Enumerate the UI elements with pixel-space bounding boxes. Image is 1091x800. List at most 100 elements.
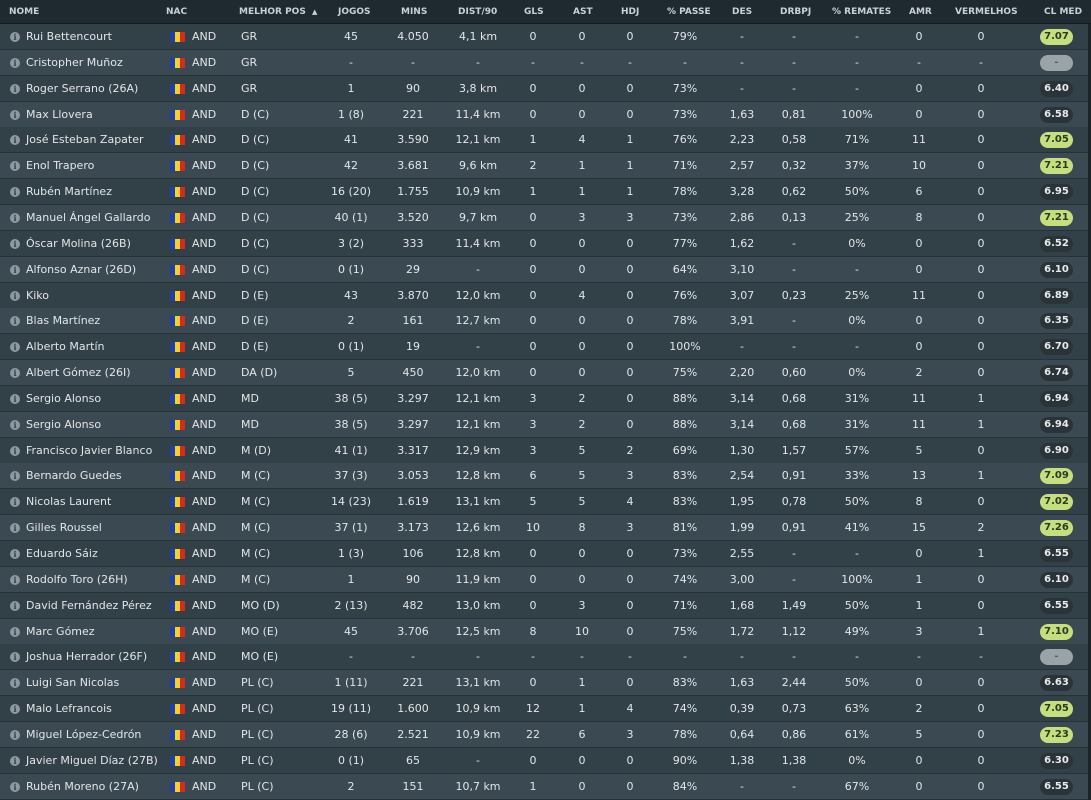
info-icon[interactable]: i <box>10 212 20 223</box>
player-name[interactable]: Marc Gómez <box>26 619 95 645</box>
table-row[interactable]: i Sergio Alonso AND MD 38 (5) 3.297 12,1 km 3 2 0… <box>0 411 1091 438</box>
player-name[interactable]: Rubén Moreno (27A) <box>26 774 139 800</box>
col-header-apps[interactable]: JOGOS <box>338 0 371 24</box>
player-name[interactable]: Nicolas Laurent <box>26 489 111 515</box>
table-row[interactable]: i Roger Serrano (26A) AND GR 1 90 3,8 km 0 0 0 73%… <box>0 75 1091 102</box>
info-icon[interactable]: i <box>10 523 20 534</box>
info-icon[interactable]: i <box>10 729 20 740</box>
player-name[interactable]: Max Llovera <box>26 102 93 128</box>
col-header-dist[interactable]: DIST/90 <box>458 0 497 24</box>
col-header-hdj[interactable]: HDJ <box>621 0 639 24</box>
table-row[interactable]: i Blas Martínez AND D (E) 2 161 12,7 km 0 0 0 78% 3… <box>0 308 1091 335</box>
player-name[interactable]: Gilles Roussel <box>26 515 102 541</box>
info-icon[interactable]: i <box>10 32 20 42</box>
info-icon[interactable]: i <box>10 342 20 353</box>
player-name[interactable]: Alfonso Aznar (26D) <box>26 257 136 283</box>
info-icon[interactable]: i <box>10 238 20 249</box>
info-icon[interactable]: i <box>10 368 20 379</box>
player-name[interactable]: Kiko <box>26 283 49 309</box>
info-icon[interactable]: i <box>10 393 20 404</box>
info-icon[interactable]: i <box>10 755 20 766</box>
info-icon[interactable]: i <box>10 419 20 430</box>
table-row[interactable]: i Nicolas Laurent AND M (C) 14 (23) 1.619 13,1… <box>0 489 1091 516</box>
col-header-nat[interactable]: NAC <box>166 0 187 24</box>
player-name[interactable]: Bernardo Guedes <box>26 463 122 489</box>
player-name[interactable]: Cristopher Muñoz <box>26 50 123 76</box>
col-header-drbpj[interactable]: DRBPJ <box>780 0 811 24</box>
player-name[interactable]: Eduardo Sáiz <box>26 541 98 567</box>
info-icon[interactable]: i <box>10 600 20 611</box>
player-name[interactable]: Joshua Herrador (26F) <box>26 644 147 670</box>
col-header-gls[interactable]: GLS <box>524 0 544 24</box>
table-row[interactable]: i Bernardo Guedes AND M (C) 37 (3) 3.053 12,8 … <box>0 463 1091 490</box>
player-name[interactable]: Miguel López-Cedrón <box>26 722 141 748</box>
player-name[interactable]: Malo Lefrancois <box>26 696 112 722</box>
player-name[interactable]: Albert Gómez (26I) <box>26 360 131 386</box>
table-row[interactable]: i Malo Lefrancois AND PL (C) 19 (11) 1.600 10,… <box>0 696 1091 723</box>
info-icon[interactable]: i <box>10 781 20 792</box>
player-name[interactable]: Manuel Ángel Gallardo <box>26 205 150 231</box>
col-header-rating[interactable]: CL MED <box>1044 0 1082 24</box>
table-row[interactable]: i Rubén Martínez AND D (C) 16 (20) 1.755 10,9 … <box>0 179 1091 206</box>
player-name[interactable]: Javier Miguel Díaz (27B) <box>26 748 158 774</box>
col-header-pass[interactable]: % PASSE <box>667 0 711 24</box>
table-row[interactable]: i Gilles Roussel AND M (C) 37 (1) 3.173 12,6 k… <box>0 515 1091 542</box>
info-icon[interactable]: i <box>10 187 20 198</box>
info-icon[interactable]: i <box>10 704 20 715</box>
table-row[interactable]: i Francisco Javier Blanco AND M (D) 41 (1) 3.… <box>0 437 1091 464</box>
col-header-des[interactable]: DES <box>732 0 752 24</box>
info-icon[interactable]: i <box>10 497 20 508</box>
table-row[interactable]: i Cristopher Muñoz AND GR - - - - - - - - - - - - - <box>0 49 1091 76</box>
info-icon[interactable]: i <box>10 626 20 637</box>
info-icon[interactable]: i <box>10 135 20 146</box>
table-row[interactable]: i Alfonso Aznar (26D) AND D (C) 0 (1) 29 - 0 0 0 6… <box>0 256 1091 283</box>
table-row[interactable]: i Joshua Herrador (26F) AND MO (E) - - - - - - - - -… <box>0 644 1091 671</box>
player-name[interactable]: José Esteban Zapater <box>26 127 144 153</box>
info-icon[interactable]: i <box>10 652 20 663</box>
player-name[interactable]: Sergio Alonso <box>26 412 101 438</box>
info-icon[interactable]: i <box>10 109 20 120</box>
table-row[interactable]: i Marc Gómez AND MO (E) 45 3.706 12,5 km 8 10 0 75… <box>0 618 1091 645</box>
table-row[interactable]: i Rodolfo Toro (26H) AND M (C) 1 90 11,9 km 0 0 0… <box>0 566 1091 593</box>
info-icon[interactable]: i <box>10 83 20 94</box>
table-row[interactable]: i Kiko AND D (E) 43 3.870 12,0 km 0 4 0 76% 3,07 0,2… <box>0 282 1091 309</box>
col-header-pos[interactable]: MELHOR POS <box>239 0 306 24</box>
player-name[interactable]: Roger Serrano (26A) <box>26 76 138 102</box>
col-header-verm[interactable]: VERMELHOS <box>955 0 1018 24</box>
table-row[interactable]: i Javier Miguel Díaz (27B) AND PL (C) 0 (1) 6… <box>0 747 1091 774</box>
table-row[interactable]: i Miguel López-Cedrón AND PL (C) 28 (6) 2.521… <box>0 721 1091 748</box>
info-icon[interactable]: i <box>10 471 20 482</box>
player-name[interactable]: Blas Martínez <box>26 308 100 334</box>
table-row[interactable]: i Eduardo Sáiz AND M (C) 1 (3) 106 12,8 km 0 0 0 7… <box>0 541 1091 567</box>
info-icon[interactable]: i <box>10 549 20 559</box>
col-header-ast[interactable]: AST <box>573 0 593 24</box>
col-header-mins[interactable]: MINS <box>401 0 427 24</box>
info-icon[interactable]: i <box>10 574 20 585</box>
info-icon[interactable]: i <box>10 290 20 301</box>
info-icon[interactable]: i <box>10 161 20 172</box>
table-row[interactable]: i Enol Trapero AND D (C) 42 3.681 9,6 km 2 1 1 71%… <box>0 153 1091 180</box>
table-row[interactable]: i José Esteban Zapater AND D (C) 41 3.590 12,1… <box>0 127 1091 154</box>
player-name[interactable]: David Fernández Pérez <box>26 593 152 619</box>
player-name[interactable]: Luigi San Nicolas <box>26 670 119 696</box>
table-row[interactable]: i Óscar Molina (26B) AND D (C) 3 (2) 333 11,4 … <box>0 230 1091 257</box>
player-name[interactable]: Enol Trapero <box>26 153 94 179</box>
table-row[interactable]: i David Fernández Pérez AND MO (D) 2 (13) 482… <box>0 592 1091 619</box>
col-header-shots[interactable]: % REMATES <box>832 0 891 24</box>
info-icon[interactable]: i <box>10 316 20 327</box>
table-row[interactable]: i Luigi San Nicolas AND PL (C) 1 (11) 221 13,1… <box>0 670 1091 697</box>
table-row[interactable]: i Albert Gómez (26I) AND DA (D) 5 450 12,0 km 0… <box>0 360 1091 387</box>
info-icon[interactable]: i <box>10 445 20 456</box>
player-name[interactable]: Alberto Martín <box>26 334 105 360</box>
player-name[interactable]: Francisco Javier Blanco <box>26 438 152 464</box>
player-name[interactable]: Rui Bettencourt <box>26 24 112 50</box>
col-header-amr[interactable]: AMR <box>909 0 932 24</box>
player-name[interactable]: Rubén Martínez <box>26 179 112 205</box>
col-header-name[interactable]: NOME <box>9 0 39 24</box>
info-icon[interactable]: i <box>10 678 20 689</box>
table-row[interactable]: i Alberto Martín AND D (E) 0 (1) 19 - 0 0 0 100% - -… <box>0 334 1091 361</box>
table-row[interactable]: i Rui Bettencourt AND GR 45 4.050 4,1 km 0 0 0 79%… <box>0 24 1091 50</box>
info-icon[interactable]: i <box>10 57 20 68</box>
table-row[interactable]: i Sergio Alonso AND MD 38 (5) 3.297 12,1 km 3 2 0… <box>0 385 1091 412</box>
player-name[interactable]: Sergio Alonso <box>26 386 101 412</box>
